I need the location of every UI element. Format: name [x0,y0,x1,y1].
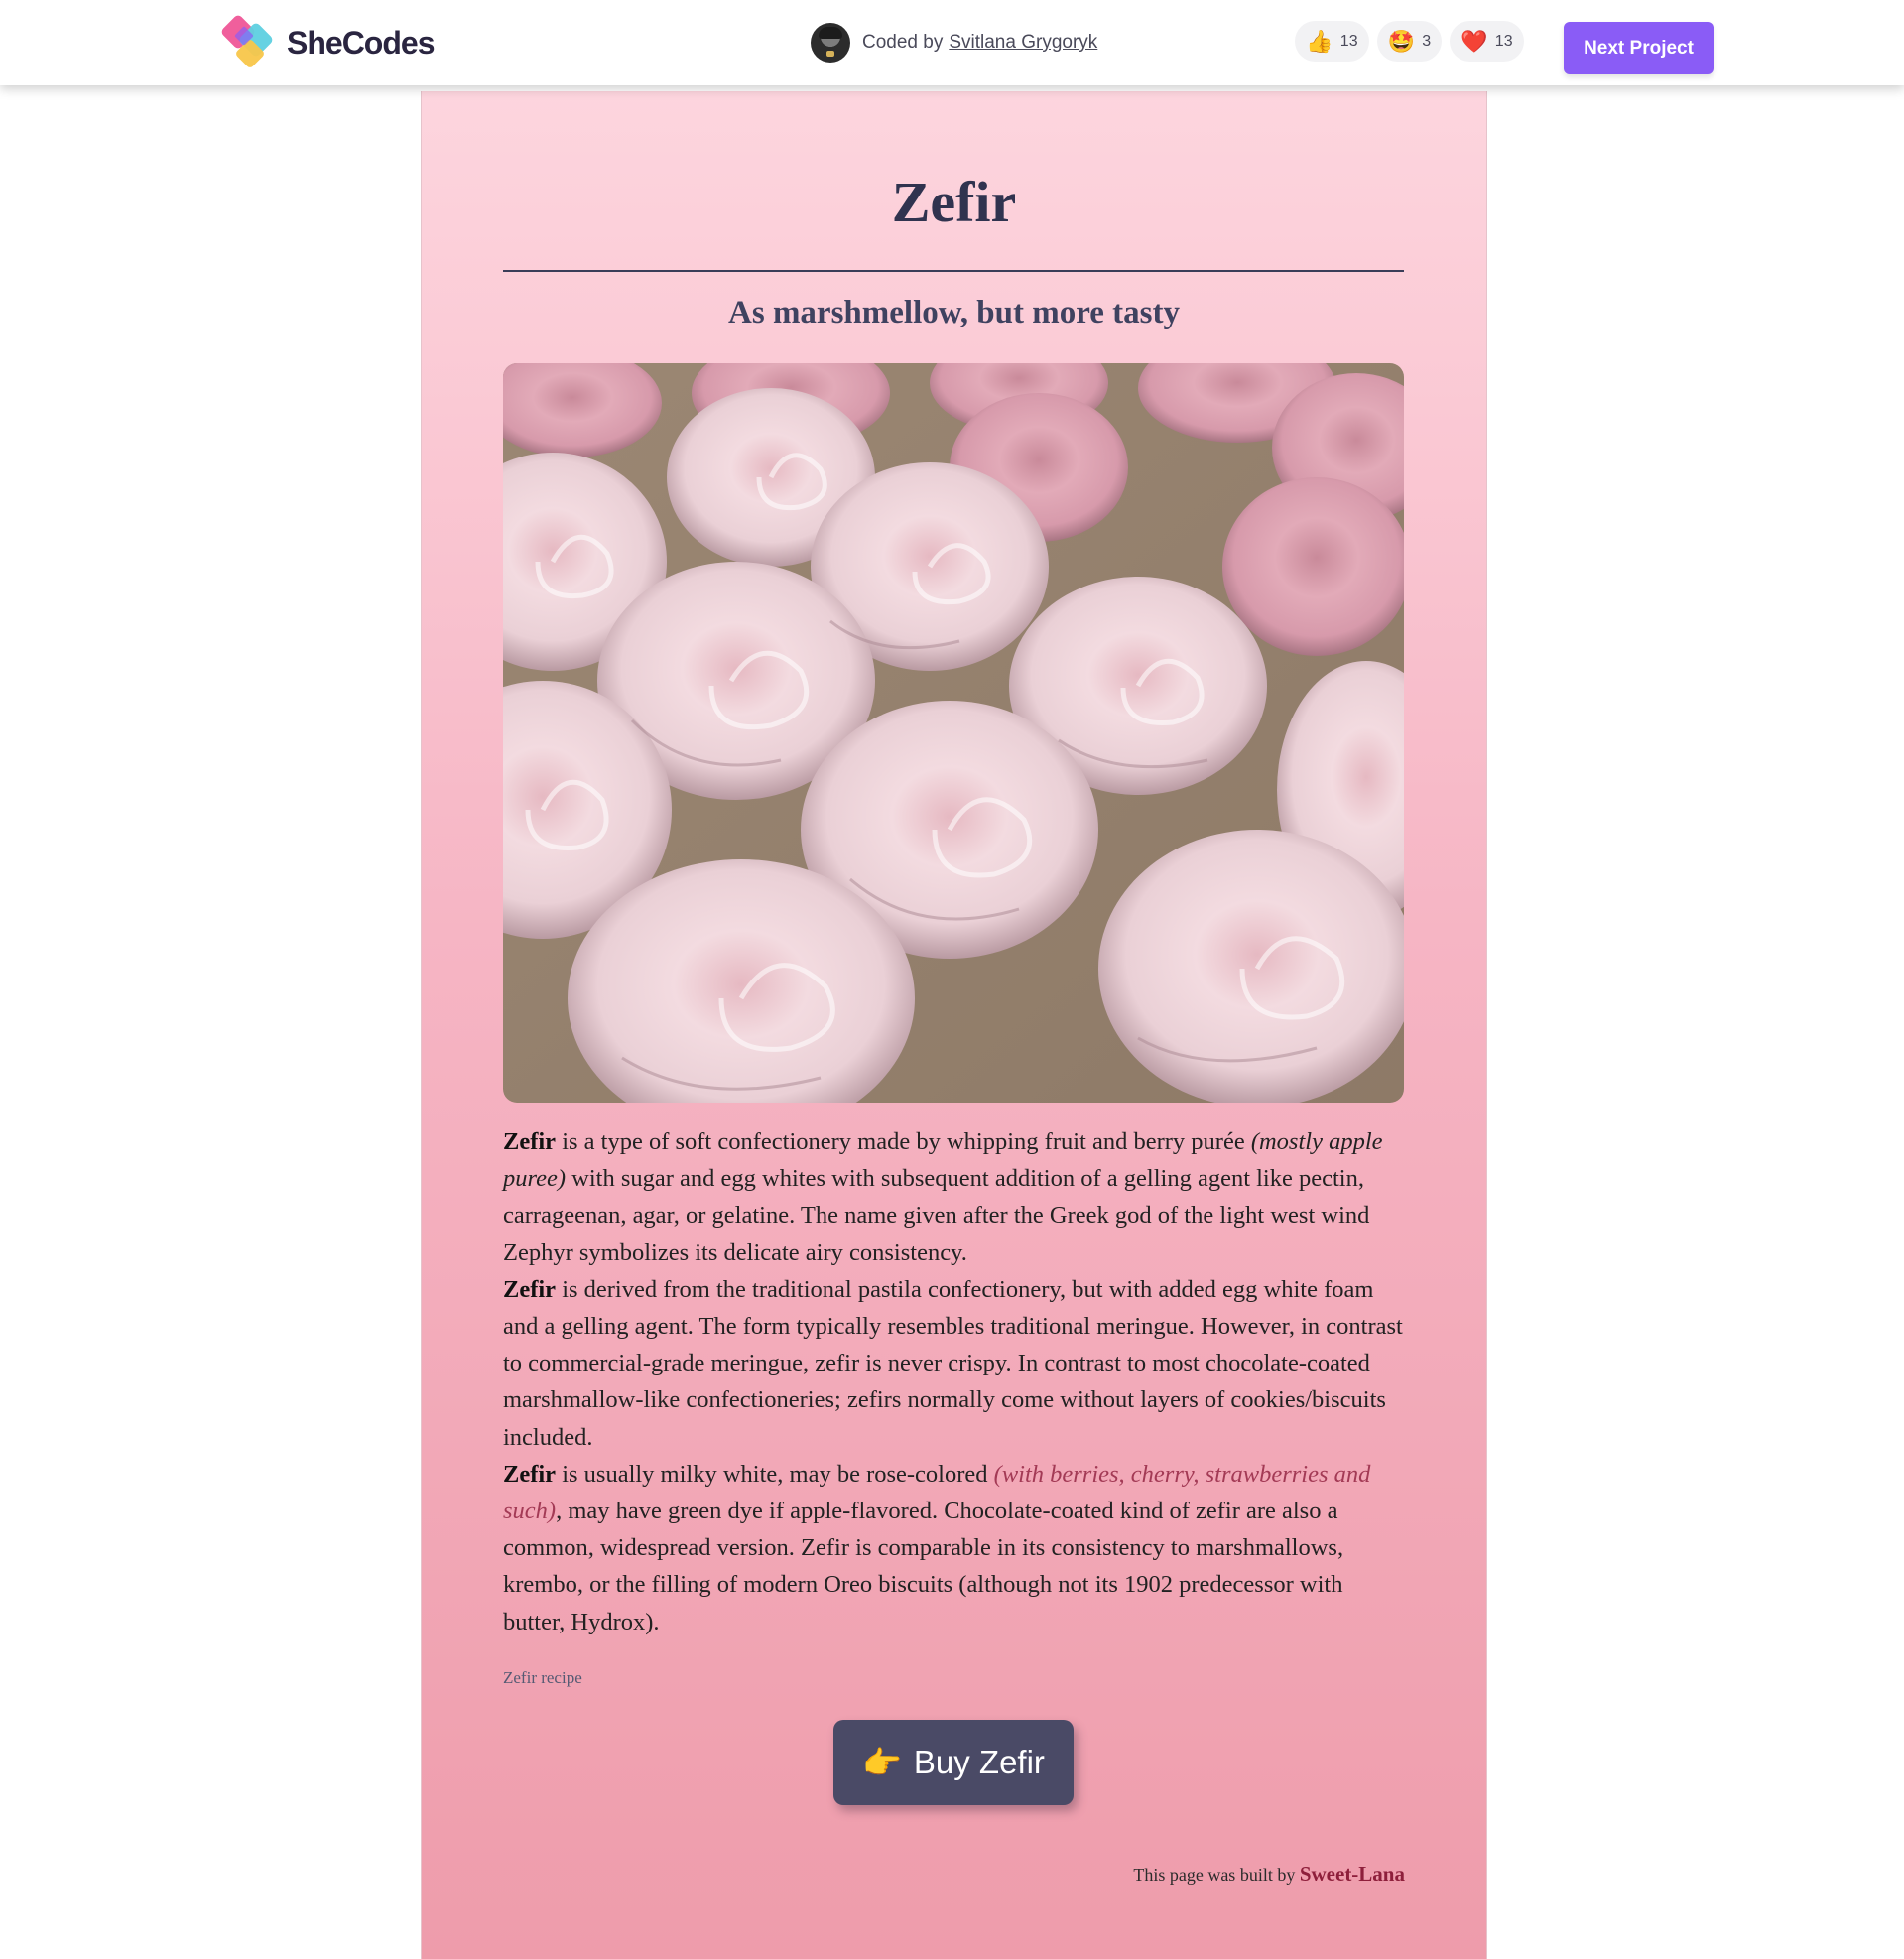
project-card: Zefir As marshmellow, but more tasty Zef… [421,91,1487,1959]
author-avatar [811,23,850,63]
buy-zefir-button[interactable]: 👉 Buy Zefir [833,1720,1074,1805]
paragraph: Zefir is derived from the traditional pa… [503,1275,1403,1451]
buy-button-label: Buy Zefir [913,1744,1045,1780]
footer-credit: This page was built by Sweet-Lana [1133,1862,1405,1887]
reaction-star-struck[interactable]: 🤩 3 [1377,21,1442,62]
title-divider [503,270,1404,272]
brand-name: SheCodes [287,24,435,61]
logo-icon [215,13,281,72]
pointing-finger-icon: 👉 [862,1745,902,1780]
paragraph: Zefir is usually milky white, may be ros… [503,1460,1371,1635]
reaction-count: 3 [1422,32,1432,50]
coded-by-label: Coded by [862,32,944,53]
thumbs-up-icon: 👍 [1306,28,1333,54]
page-title: Zefir [891,170,1017,234]
top-navigation-bar: SheCodes Coded by Svitlana Grygoryk 👍 13… [0,0,1904,85]
builder-link[interactable]: Sweet-Lana [1300,1862,1405,1886]
zefir-photo [503,363,1404,1103]
recipe-link[interactable]: Zefir recipe [503,1668,582,1688]
reaction-thumbs-up[interactable]: 👍 13 [1295,21,1369,62]
author-credit: Coded by Svitlana Grygoryk [811,22,1097,64]
footer-prefix: This page was built by [1133,1865,1296,1885]
shecodes-logo[interactable]: SheCodes [215,13,435,72]
next-project-button[interactable]: Next Project [1564,22,1714,74]
star-struck-icon: 🤩 [1387,28,1416,54]
paragraph: Zefir is a type of soft confectionery ma… [503,1128,1383,1266]
reaction-heart[interactable]: ❤️ 13 [1450,21,1524,62]
author-link[interactable]: Svitlana Grygoryk [949,32,1097,54]
page-subtitle: As marshmellow, but more tasty [728,295,1180,330]
description: Zefir is a type of soft confectionery ma… [503,1123,1404,1640]
reaction-count: 13 [1494,32,1513,50]
heart-icon: ❤️ [1460,28,1488,54]
reaction-count: 13 [1339,32,1358,50]
